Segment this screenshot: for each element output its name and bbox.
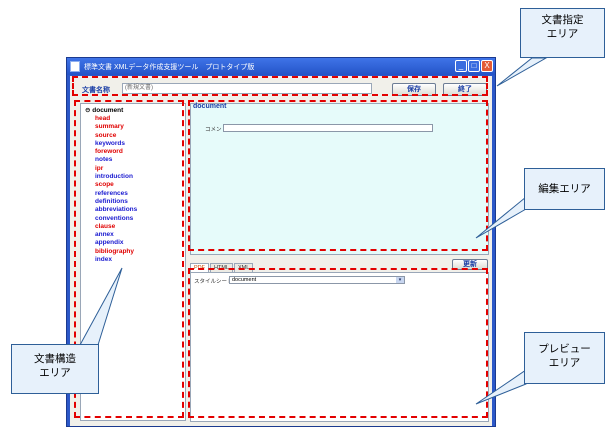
edit-callout-label: 編集エリア xyxy=(538,183,591,195)
preview-callout-tail xyxy=(475,369,527,405)
structure-callout-tail xyxy=(79,267,123,346)
structure-callout-label: 文書構造 エリア xyxy=(34,353,76,379)
preview-callout: プレビュー エリア xyxy=(524,332,605,384)
doc-spec-callout: 文書指定 エリア xyxy=(520,8,605,58)
preview-callout-label: プレビュー エリア xyxy=(538,343,591,369)
doc-spec-callout-label: 文書指定 エリア xyxy=(541,14,584,40)
screenshot-canvas: { "window": { "title": "標準文書 XMLデータ作成支援ツ… xyxy=(0,0,608,427)
structure-callout: 文書構造 エリア xyxy=(11,344,99,394)
doc-spec-callout-tail xyxy=(496,57,548,87)
edit-callout-tail xyxy=(475,195,527,239)
edit-callout: 編集エリア xyxy=(524,168,605,210)
